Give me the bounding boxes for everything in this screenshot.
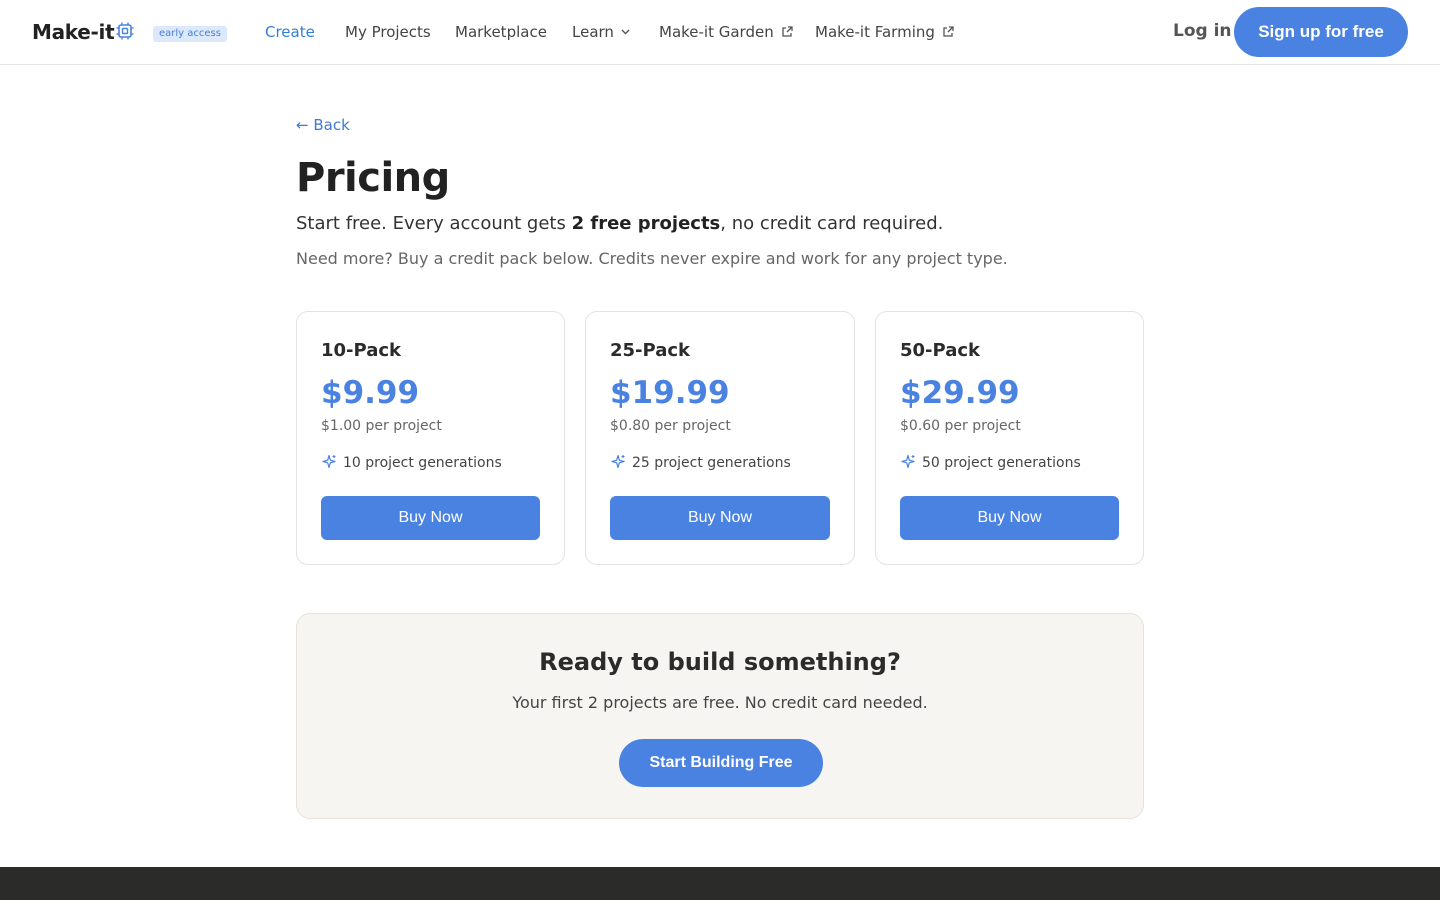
signup-button[interactable]: Sign up for free (1234, 7, 1408, 57)
nav-make-it-farming-label: Make-it Farming (815, 23, 935, 41)
buy-now-button[interactable]: Buy Now (900, 496, 1119, 540)
nav-marketplace[interactable]: Marketplace (455, 23, 547, 41)
pack-feature: 10 project generations (321, 454, 502, 471)
top-nav-bar: Make-it early access Create My Projects … (0, 0, 1440, 65)
cta-panel: Ready to build something? Your first 2 p… (296, 613, 1144, 819)
pack-feature-label: 25 project generations (632, 455, 791, 471)
pack-name: 50-Pack (900, 340, 981, 361)
pack-per-project: $1.00 per project (321, 418, 442, 434)
nav-create[interactable]: Create (265, 23, 315, 41)
subtitle-highlight: 2 free projects (571, 213, 721, 234)
nav-create-label: Create (265, 23, 315, 41)
start-building-button[interactable]: Start Building Free (619, 739, 823, 787)
nav-make-it-farming[interactable]: Make-it Farming (815, 23, 954, 41)
subtitle-text-start: Start free. Every account gets (296, 213, 572, 234)
pack-card-50: 50-Pack $29.99 $0.60 per project 50 proj… (875, 311, 1144, 565)
nav-make-it-garden[interactable]: Make-it Garden (659, 23, 793, 41)
pack-feature: 50 project generations (900, 454, 1081, 471)
page-title: Pricing (296, 155, 450, 201)
pack-price: $9.99 (321, 375, 420, 411)
chip-icon (116, 22, 134, 40)
pack-card-25: 25-Pack $19.99 $0.80 per project 25 proj… (585, 311, 855, 565)
logo-text[interactable]: Make-it (32, 20, 115, 44)
sparkle-icon (322, 454, 336, 469)
pack-feature: 25 project generations (610, 454, 791, 471)
subtitle-text-end: , no credit card required. (720, 213, 944, 234)
nav-my-projects[interactable]: My Projects (345, 23, 431, 41)
pack-name: 25-Pack (610, 340, 691, 361)
buy-now-button[interactable]: Buy Now (321, 496, 540, 540)
external-link-icon (943, 26, 954, 37)
pack-price: $29.99 (900, 375, 1020, 411)
nav-make-it-garden-label: Make-it Garden (659, 23, 774, 41)
external-link-icon (782, 26, 793, 37)
sparkle-icon (901, 454, 915, 469)
pack-feature-label: 10 project generations (343, 455, 502, 471)
footer (0, 867, 1440, 900)
nav-my-projects-label: My Projects (345, 23, 431, 41)
pack-per-project: $0.80 per project (610, 418, 731, 434)
page-subtitle: Start free. Every account gets 2 free pr… (296, 213, 943, 234)
pack-feature-label: 50 project generations (922, 455, 1081, 471)
nav-learn[interactable]: Learn (572, 23, 631, 41)
pack-per-project: $0.60 per project (900, 418, 1021, 434)
sparkle-icon (611, 454, 625, 469)
pack-price: $19.99 (610, 375, 730, 411)
nav-learn-label: Learn (572, 23, 614, 41)
page-note: Need more? Buy a credit pack below. Cred… (296, 249, 1008, 268)
back-link[interactable]: ← Back (296, 116, 350, 134)
early-access-badge: early access (153, 26, 227, 42)
pack-name: 10-Pack (321, 340, 402, 361)
buy-now-button[interactable]: Buy Now (610, 496, 830, 540)
pack-card-10: 10-Pack $9.99 $1.00 per project 10 proje… (296, 311, 565, 565)
cta-title: Ready to build something? (539, 648, 901, 676)
cta-subtitle: Your first 2 projects are free. No credi… (512, 693, 928, 712)
nav-marketplace-label: Marketplace (455, 23, 547, 41)
chevron-down-icon (621, 29, 630, 35)
login-link[interactable]: Log in (1173, 21, 1232, 41)
